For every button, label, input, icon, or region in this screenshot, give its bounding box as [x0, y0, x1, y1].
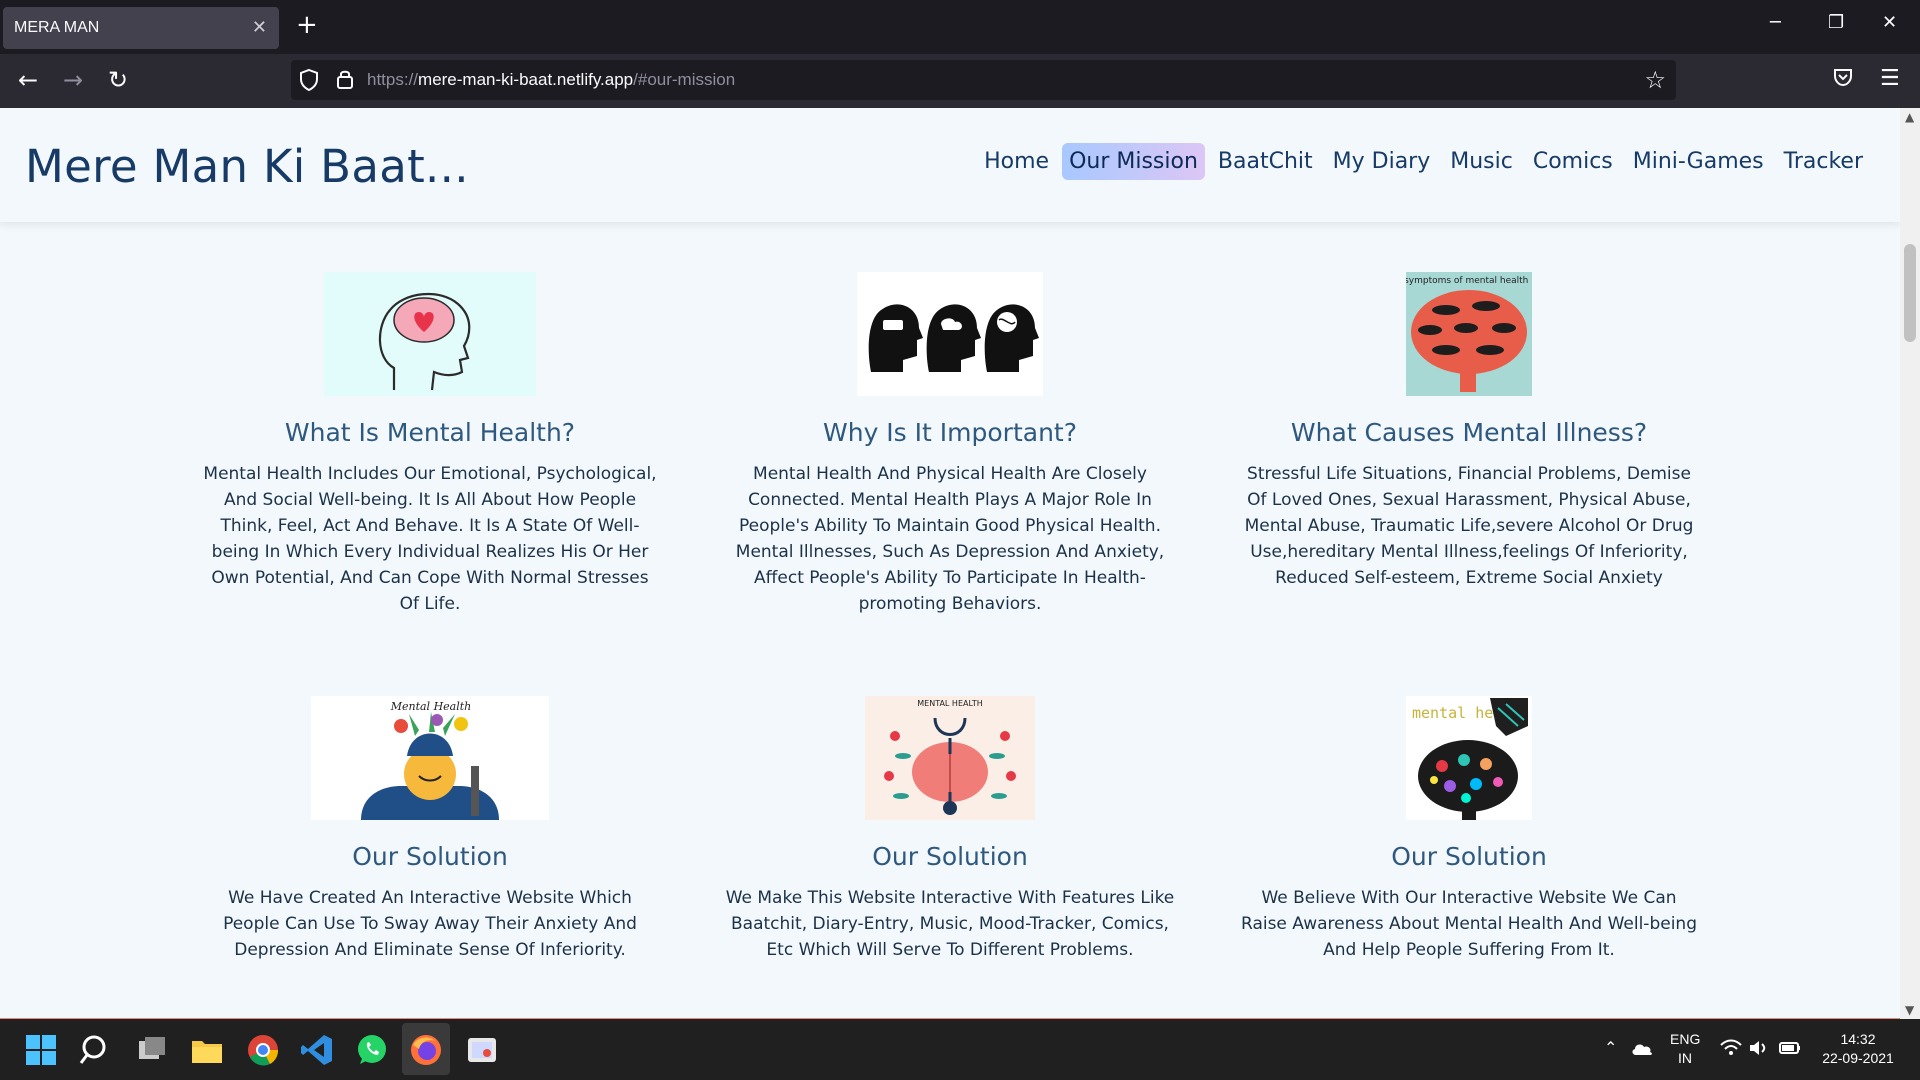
bookmark-star-icon[interactable]: ☆	[1644, 66, 1666, 94]
card-title: Our Solution	[872, 842, 1028, 871]
card-title: Our Solution	[1391, 842, 1547, 871]
image-caption: Mental Health	[390, 700, 472, 713]
back-icon[interactable]: ←	[18, 67, 38, 93]
page-scrollbar[interactable]: ▲ ▼	[1900, 108, 1920, 1019]
nav-home[interactable]: Home	[977, 143, 1056, 180]
three-heads-image	[857, 272, 1043, 396]
language-code: ENG	[1670, 1031, 1701, 1047]
scrollbar-thumb[interactable]	[1904, 244, 1916, 342]
restore-icon[interactable]: ❐	[1828, 12, 1844, 33]
windows-start-icon[interactable]	[24, 1033, 58, 1067]
browser-nav-bar: ← → ↻ https://mere-man-ki-baat.netlify.a…	[0, 54, 1920, 108]
nav-our-mission[interactable]: Our Mission	[1062, 143, 1205, 180]
show-hidden-icons[interactable]: ⌃	[1604, 1038, 1617, 1058]
language-indicator[interactable]: ENG IN	[1670, 1030, 1700, 1068]
nav-music[interactable]: Music	[1443, 143, 1520, 180]
mission-card: Why Is It Important? Mental Health And P…	[700, 272, 1200, 617]
close-window-icon[interactable]: ✕	[1882, 12, 1897, 33]
nav-tracker[interactable]: Tracker	[1777, 143, 1870, 180]
snipping-tool-icon[interactable]	[465, 1033, 499, 1067]
whatsapp-icon[interactable]	[355, 1033, 389, 1067]
card-title: Why Is It Important?	[823, 418, 1077, 447]
nav-my-diary[interactable]: My Diary	[1326, 143, 1438, 180]
colorful-brain-image: mental health	[1406, 696, 1532, 820]
url-scheme: https://	[367, 70, 419, 89]
card-text: We Believe With Our Interactive Website …	[1241, 888, 1697, 960]
nav-baatchit[interactable]: BaatChit	[1211, 143, 1320, 180]
page-viewport: Mere Man Ki Baat... Home Our Mission Baa…	[0, 108, 1920, 1019]
stethoscope-brain-image: MENTAL HEALTH	[865, 696, 1035, 820]
card-title: What Is Mental Health?	[284, 418, 576, 447]
clock-date: 22-09-2021	[1822, 1050, 1894, 1066]
site-header: Mere Man Ki Baat... Home Our Mission Baa…	[0, 108, 1900, 222]
forward-icon[interactable]: →	[63, 67, 83, 93]
hamburger-menu-icon[interactable]: ☰	[1880, 66, 1900, 91]
firefox-icon[interactable]	[409, 1033, 443, 1067]
site-brand[interactable]: Mere Man Ki Baat...	[25, 140, 469, 193]
nav-mini-games[interactable]: Mini-Games	[1626, 143, 1771, 180]
scroll-up-icon[interactable]: ▲	[1905, 110, 1914, 124]
tab-title: MERA MAN	[14, 19, 100, 36]
file-explorer-icon[interactable]	[190, 1033, 224, 1067]
url-bar[interactable]: https://mere-man-ki-baat.netlify.app/#ou…	[291, 60, 1676, 100]
lock-icon[interactable]	[336, 68, 354, 90]
url-path: /#our-mission	[633, 70, 736, 89]
image-caption: early symptoms of mental health illness	[1406, 276, 1532, 286]
onedrive-icon[interactable]	[1630, 1041, 1654, 1057]
solution-card: mental health Our Solution We Believe Wi…	[1219, 696, 1719, 963]
volume-icon[interactable]	[1748, 1039, 1770, 1057]
minimize-icon[interactable]: ─	[1770, 12, 1781, 33]
shield-icon[interactable]	[298, 68, 320, 92]
chrome-icon[interactable]	[246, 1033, 280, 1067]
image-caption: MENTAL HEALTH	[917, 699, 982, 708]
close-tab-icon[interactable]: ✕	[252, 17, 267, 38]
symptoms-brain-image: early symptoms of mental health illness	[1406, 272, 1532, 396]
scroll-down-icon[interactable]: ▼	[1905, 1003, 1914, 1017]
card-text: Mental Health And Physical Health Are Cl…	[735, 464, 1165, 614]
nav-comics[interactable]: Comics	[1526, 143, 1620, 180]
url-text: https://mere-man-ki-baat.netlify.app/#ou…	[367, 70, 735, 90]
region-code: IN	[1678, 1050, 1692, 1066]
browser-tab-bar: MERA MAN ✕ + ─ ❐ ✕	[0, 0, 1920, 54]
solution-card: MENTAL HEALTH Our Solution We Make This …	[700, 696, 1200, 963]
clock[interactable]: 14:32 22-09-2021	[1812, 1030, 1904, 1068]
mental-health-flowers-image: Mental Health	[311, 696, 549, 820]
task-view-icon[interactable]	[135, 1033, 169, 1067]
taskbar: ⌃ ENG IN 14:32 22-09-2021	[0, 1019, 1920, 1080]
search-icon[interactable]	[79, 1033, 113, 1067]
clock-time: 14:32	[1840, 1031, 1876, 1047]
browser-tab[interactable]: MERA MAN ✕	[3, 7, 279, 49]
battery-icon[interactable]	[1778, 1039, 1802, 1057]
brain-heart-image	[324, 272, 536, 396]
site-nav: Home Our Mission BaatChit My Diary Music…	[977, 143, 1870, 180]
pocket-icon[interactable]	[1832, 66, 1854, 88]
card-text: Mental Health Includes Our Emotional, Ps…	[203, 464, 657, 614]
card-title: What Causes Mental Illness?	[1290, 418, 1648, 447]
vscode-icon[interactable]	[300, 1033, 334, 1067]
reload-icon[interactable]: ↻	[108, 67, 128, 93]
wifi-icon[interactable]	[1720, 1039, 1742, 1057]
card-text: Stressful Life Situations, Financial Pro…	[1244, 464, 1694, 588]
url-host: mere-man-ki-baat.netlify.app	[418, 70, 634, 89]
solution-card: Mental Health Our Solution We Have Creat…	[180, 696, 680, 963]
mission-card: early symptoms of mental health illness …	[1219, 272, 1719, 591]
card-text: We Make This Website Interactive With Fe…	[725, 888, 1175, 960]
new-tab-icon[interactable]: +	[296, 12, 318, 38]
card-title: Our Solution	[352, 842, 508, 871]
card-text: We Have Created An Interactive Website W…	[223, 888, 637, 960]
mission-card: What Is Mental Health? Mental Health Inc…	[180, 272, 680, 617]
